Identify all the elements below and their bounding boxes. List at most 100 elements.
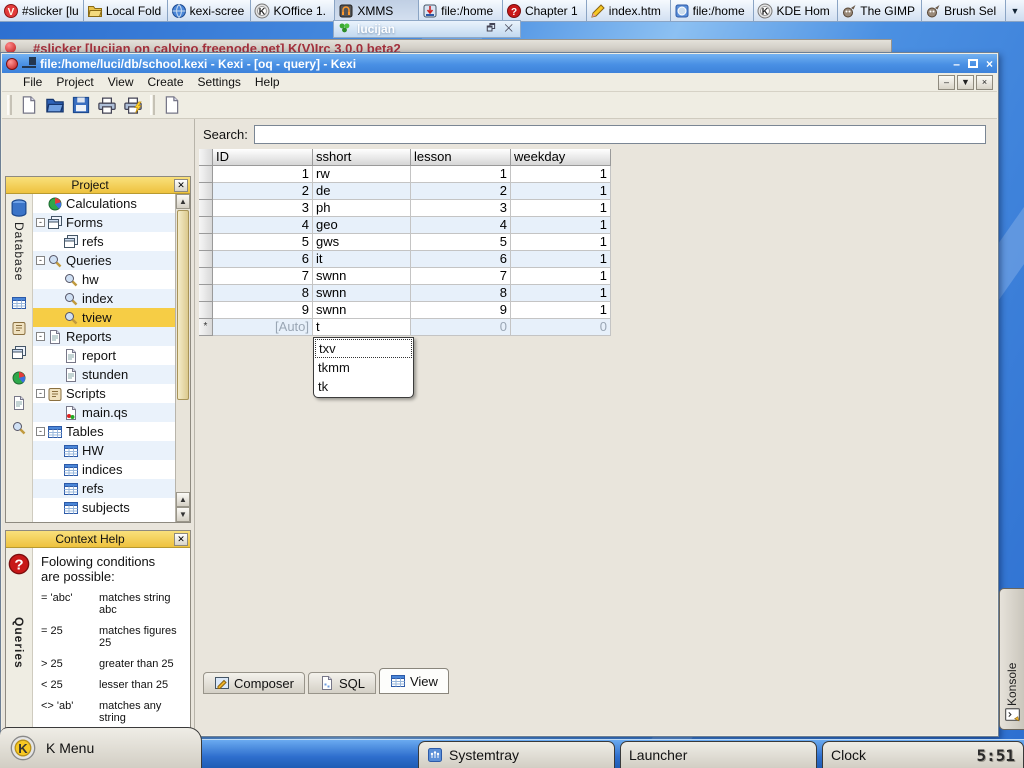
- object-type-table-button[interactable]: [8, 294, 30, 316]
- grid-cell[interactable]: 9: [411, 302, 511, 319]
- menu-help[interactable]: Help: [248, 73, 287, 91]
- menu-file[interactable]: File: [16, 73, 49, 91]
- tab-sql[interactable]: SQL: [308, 672, 376, 694]
- mdi-button-2[interactable]: ×: [976, 75, 993, 90]
- tree-item-HW[interactable]: HW: [33, 441, 175, 460]
- maximize-button[interactable]: [968, 59, 978, 68]
- konsole-side-tab[interactable]: Konsole: [999, 588, 1024, 730]
- grid-cell[interactable]: 2: [213, 183, 313, 200]
- scroll-up2-icon[interactable]: ▲: [176, 492, 190, 507]
- tree-item-hw[interactable]: hw: [33, 270, 175, 289]
- column-header-weekday[interactable]: weekday: [511, 149, 611, 166]
- tree-expander-icon[interactable]: -: [36, 218, 45, 227]
- column-header-ID[interactable]: ID: [213, 149, 313, 166]
- grid-cell[interactable]: 1: [511, 302, 611, 319]
- project-panel-close-icon[interactable]: ✕: [174, 179, 188, 192]
- taskbar-item[interactable]: file:/home: [671, 0, 755, 21]
- tree-item-Reports[interactable]: -Reports: [33, 327, 175, 346]
- row-header[interactable]: [199, 183, 213, 200]
- pin-icon[interactable]: [22, 59, 36, 68]
- background-window-kvirc[interactable]: #slicker [lucijan on calvino.freenode.ne…: [0, 39, 892, 52]
- menu-settings[interactable]: Settings: [191, 73, 248, 91]
- taskbar-item[interactable]: kexi-scree: [168, 0, 252, 21]
- scrollbar-thumb[interactable]: [177, 210, 189, 400]
- taskbar-item[interactable]: Local Fold: [84, 0, 168, 21]
- dropdown-item-txv[interactable]: txv: [315, 339, 412, 358]
- menu-project[interactable]: Project: [49, 73, 100, 91]
- mdi-button-0[interactable]: –: [938, 75, 955, 90]
- tree-item-Queries[interactable]: -Queries: [33, 251, 175, 270]
- close-button[interactable]: ×: [986, 58, 993, 70]
- lucijan-window-buttons[interactable]: 🗗 ✕: [486, 21, 516, 38]
- tab-composer[interactable]: Composer: [203, 672, 305, 694]
- taskbar-item[interactable]: V#slicker [lu: [0, 0, 84, 21]
- row-header[interactable]: [199, 268, 213, 285]
- save-floppy-button[interactable]: [69, 93, 93, 117]
- grid-cell[interactable]: swnn: [313, 268, 411, 285]
- taskbar-item[interactable]: ?Chapter 1: [503, 0, 587, 21]
- grid-cell[interactable]: 6: [213, 251, 313, 268]
- grid-cell[interactable]: 8: [411, 285, 511, 302]
- tree-item-Scripts[interactable]: -Scripts: [33, 384, 175, 403]
- row-header[interactable]: [199, 251, 213, 268]
- grid-cell[interactable]: 1: [213, 166, 313, 183]
- grid-cell[interactable]: 3: [213, 200, 313, 217]
- grid-cell[interactable]: 3: [411, 200, 511, 217]
- grid-cell[interactable]: 7: [213, 268, 313, 285]
- grid-cell[interactable]: swnn: [313, 302, 411, 319]
- column-header-lesson[interactable]: lesson: [411, 149, 511, 166]
- kmenu-button[interactable]: K K Menu: [0, 727, 202, 768]
- taskbar-item[interactable]: index.htm: [587, 0, 671, 21]
- tree-item-stunden[interactable]: stunden: [33, 365, 175, 384]
- grid-cell-id[interactable]: [Auto]: [213, 319, 313, 336]
- grid-cell[interactable]: 2: [411, 183, 511, 200]
- row-header[interactable]: [199, 217, 213, 234]
- grid-cell[interactable]: 8: [213, 285, 313, 302]
- grid-cell[interactable]: 1: [411, 166, 511, 183]
- row-header[interactable]: [199, 234, 213, 251]
- grid-cell-weekday[interactable]: 0: [511, 319, 611, 336]
- taskbar-item[interactable]: The GIMP: [838, 0, 922, 21]
- taskbar-item[interactable]: file:/home: [419, 0, 503, 21]
- mdi-button-1[interactable]: ▼: [957, 75, 974, 90]
- grid-cell[interactable]: rw: [313, 166, 411, 183]
- grid-cell[interactable]: ph: [313, 200, 411, 217]
- tree-item-refs[interactable]: refs: [33, 479, 175, 498]
- applet-systemtray[interactable]: Systemtray: [418, 741, 615, 768]
- project-panel-header[interactable]: Project ✕: [6, 177, 190, 194]
- grid-cell[interactable]: 6: [411, 251, 511, 268]
- taskbar-item[interactable]: KKOffice 1.: [251, 0, 335, 21]
- grid-cell[interactable]: 5: [411, 234, 511, 251]
- minimize-button[interactable]: –: [953, 58, 960, 70]
- tree-item-index[interactable]: index: [33, 289, 175, 308]
- tab-view[interactable]: View: [379, 668, 449, 694]
- database-icon[interactable]: [9, 198, 29, 218]
- grid-cell[interactable]: 1: [511, 183, 611, 200]
- dropdown-item-tk[interactable]: tk: [315, 377, 412, 396]
- background-window-lucijan[interactable]: lucijan 🗗 ✕: [333, 20, 521, 38]
- applet-clock[interactable]: Clock 5:51: [822, 741, 1024, 768]
- tree-item-tview[interactable]: tview: [33, 308, 175, 327]
- tree-item-Calculations[interactable]: Calculations: [33, 194, 175, 213]
- toolbar-handle[interactable]: [7, 95, 12, 115]
- new-object-button[interactable]: [160, 93, 184, 117]
- tree-expander-icon[interactable]: -: [36, 256, 45, 265]
- grid-cell[interactable]: de: [313, 183, 411, 200]
- toolbar-handle[interactable]: [150, 95, 155, 115]
- taskbar-item[interactable]: KKDE Hom: [754, 0, 838, 21]
- applet-launcher[interactable]: Launcher: [620, 741, 817, 768]
- grid-cell[interactable]: swnn: [313, 285, 411, 302]
- object-type-chart-button[interactable]: [8, 369, 30, 391]
- scroll-down-icon[interactable]: ▼: [176, 507, 190, 522]
- scrollbar-track[interactable]: [176, 401, 190, 492]
- grid-cell[interactable]: 1: [511, 234, 611, 251]
- row-header[interactable]: [199, 200, 213, 217]
- taskbar-item[interactable]: Brush Sel: [922, 0, 1006, 21]
- titlebar[interactable]: file:/home/luci/db/school.kexi - Kexi - …: [2, 54, 997, 73]
- tree-item-Tables[interactable]: -Tables: [33, 422, 175, 441]
- print-button[interactable]: [95, 93, 119, 117]
- grid-cell[interactable]: 7: [411, 268, 511, 285]
- row-header[interactable]: [199, 285, 213, 302]
- grid-cell-editing[interactable]: t: [313, 319, 411, 336]
- scroll-up-icon[interactable]: ▲: [176, 194, 190, 209]
